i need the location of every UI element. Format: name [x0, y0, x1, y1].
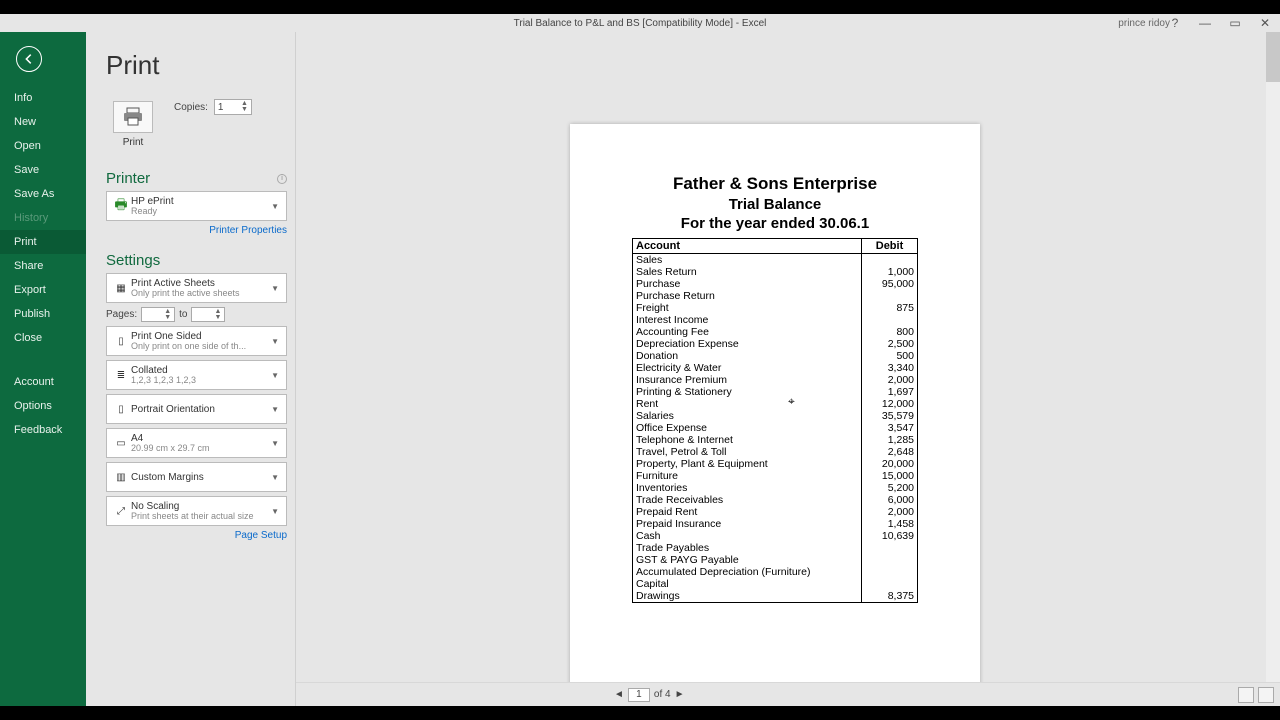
table-row: Interest Income [633, 314, 918, 326]
copies-label: Copies: [174, 102, 208, 113]
maximize-button[interactable]: ▭ [1220, 14, 1250, 32]
table-row: GST & PAYG Payable [633, 554, 918, 566]
table-row: Accounting Fee800 [633, 326, 918, 338]
col-account: Account [633, 239, 862, 254]
paper-icon: ▭ [111, 438, 131, 449]
portrait-icon: ▯ [111, 404, 131, 415]
sidebar-item-print[interactable]: Print [0, 230, 86, 254]
sidebar-item-feedback[interactable]: Feedback [0, 418, 86, 442]
trial-balance-table: Account Debit SalesSales Return1,000Purc… [632, 238, 918, 603]
col-debit: Debit [862, 239, 918, 254]
table-row: Electricity & Water3,340 [633, 362, 918, 374]
status-bar: ◄ 1 of 4 ► [296, 682, 1280, 706]
page-title: Print [106, 50, 287, 81]
collate-select[interactable]: ≣ Collated1,2,3 1,2,3 1,2,3 ▼ [106, 360, 287, 390]
printer-properties-link[interactable]: Printer Properties [106, 225, 287, 236]
doc-title: Trial Balance [586, 196, 964, 213]
pages-from-input[interactable]: ▲▼ [141, 307, 175, 322]
table-row: Salaries35,579 [633, 410, 918, 422]
preview-page: Father & Sons Enterprise Trial Balance F… [570, 124, 980, 694]
sidebar-item-open[interactable]: Open [0, 134, 86, 158]
prev-page-button[interactable]: ◄ [614, 689, 624, 700]
copies-stepper[interactable]: 1 ▲▼ [214, 99, 252, 115]
print-scope-select[interactable]: ▦ Print Active SheetsOnly print the acti… [106, 273, 287, 303]
scaling-select[interactable]: ⤢ No ScalingPrint sheets at their actual… [106, 496, 287, 526]
print-button[interactable]: Print [106, 95, 160, 154]
sidebar-item-save[interactable]: Save [0, 158, 86, 182]
table-row: Drawings8,375 [633, 590, 918, 603]
margins-icon: ▥ [111, 472, 131, 483]
table-row: Purchase Return [633, 290, 918, 302]
table-row: Prepaid Insurance1,458 [633, 518, 918, 530]
sidebar-item-history: History [0, 206, 86, 230]
table-row: Rent12,000 [633, 398, 918, 410]
pages-to-input[interactable]: ▲▼ [191, 307, 225, 322]
paper-size-select[interactable]: ▭ A420.99 cm x 29.7 cm ▼ [106, 428, 287, 458]
table-row: Trade Receivables6,000 [633, 494, 918, 506]
page-icon: ▯ [111, 336, 131, 347]
printer-select[interactable]: 🖶 HP ePrintReady ▼ [106, 191, 287, 221]
pages-label: Pages: [106, 309, 137, 320]
table-row: Telephone & Internet1,285 [633, 434, 918, 446]
table-row: Printing & Stationery1,697 [633, 386, 918, 398]
table-row: Prepaid Rent2,000 [633, 506, 918, 518]
table-row: Sales Return1,000 [633, 266, 918, 278]
table-row: Cash10,639 [633, 530, 918, 542]
table-row: Furniture15,000 [633, 470, 918, 482]
table-row: Donation500 [633, 350, 918, 362]
window-title: Trial Balance to P&L and BS [Compatibili… [514, 18, 767, 29]
table-row: Capital [633, 578, 918, 590]
close-button[interactable]: ✕ [1250, 14, 1280, 32]
backstage-sidebar: InfoNewOpenSaveSave AsHistoryPrintShareE… [0, 32, 86, 706]
sidebar-item-account[interactable]: Account [0, 370, 86, 394]
info-icon[interactable]: i [277, 174, 287, 184]
page-setup-link[interactable]: Page Setup [106, 530, 287, 541]
printer-icon [113, 101, 153, 133]
table-row: Trade Payables [633, 542, 918, 554]
table-row: Depreciation Expense2,500 [633, 338, 918, 350]
sidebar-item-share[interactable]: Share [0, 254, 86, 278]
show-margins-button[interactable] [1238, 687, 1254, 703]
sidebar-item-export[interactable]: Export [0, 278, 86, 302]
settings-section: Settings [106, 252, 160, 269]
printer-section: Printer [106, 170, 150, 187]
sidebar-item-options[interactable]: Options [0, 394, 86, 418]
printer-ready-icon: 🖶 [111, 194, 131, 218]
chevron-down-icon: ▼ [268, 202, 282, 211]
table-row: Sales [633, 254, 918, 267]
table-row: Property, Plant & Equipment20,000 [633, 458, 918, 470]
sheets-icon: ▦ [111, 283, 131, 294]
table-row: Freight875 [633, 302, 918, 314]
next-page-button[interactable]: ► [675, 689, 685, 700]
sidebar-item-info[interactable]: Info [0, 86, 86, 110]
table-row: Accumulated Depreciation (Furniture) [633, 566, 918, 578]
print-preview: Father & Sons Enterprise Trial Balance F… [296, 32, 1280, 706]
print-settings-panel: Print Print Copies: 1 ▲▼ [86, 32, 296, 706]
table-row: Office Expense3,547 [633, 422, 918, 434]
table-row: Travel, Petrol & Toll2,648 [633, 446, 918, 458]
doc-period: For the year ended 30.06.1 [586, 215, 964, 232]
minimize-button[interactable]: — [1190, 14, 1220, 32]
zoom-to-page-button[interactable] [1258, 687, 1274, 703]
table-row: Inventories5,200 [633, 482, 918, 494]
sidebar-item-new[interactable]: New [0, 110, 86, 134]
sides-select[interactable]: ▯ Print One SidedOnly print on one side … [106, 326, 287, 356]
collate-icon: ≣ [111, 370, 131, 381]
table-row: Insurance Premium2,000 [633, 374, 918, 386]
margins-select[interactable]: ▥ Custom Margins ▼ [106, 462, 287, 492]
title-bar: Trial Balance to P&L and BS [Compatibili… [0, 14, 1280, 32]
table-row: Purchase95,000 [633, 278, 918, 290]
doc-company: Father & Sons Enterprise [586, 174, 964, 194]
help-icon[interactable]: ? [1160, 14, 1190, 32]
scrollbar[interactable] [1266, 32, 1280, 682]
sidebar-item-close[interactable]: Close [0, 326, 86, 350]
orientation-select[interactable]: ▯ Portrait Orientation ▼ [106, 394, 287, 424]
scaling-icon: ⤢ [111, 506, 131, 517]
sidebar-item-save-as[interactable]: Save As [0, 182, 86, 206]
page-total: of 4 [654, 689, 671, 700]
sidebar-item-publish[interactable]: Publish [0, 302, 86, 326]
cursor-icon: ⌖ [788, 394, 795, 409]
back-button[interactable] [16, 46, 42, 72]
page-number-input[interactable]: 1 [628, 688, 650, 702]
